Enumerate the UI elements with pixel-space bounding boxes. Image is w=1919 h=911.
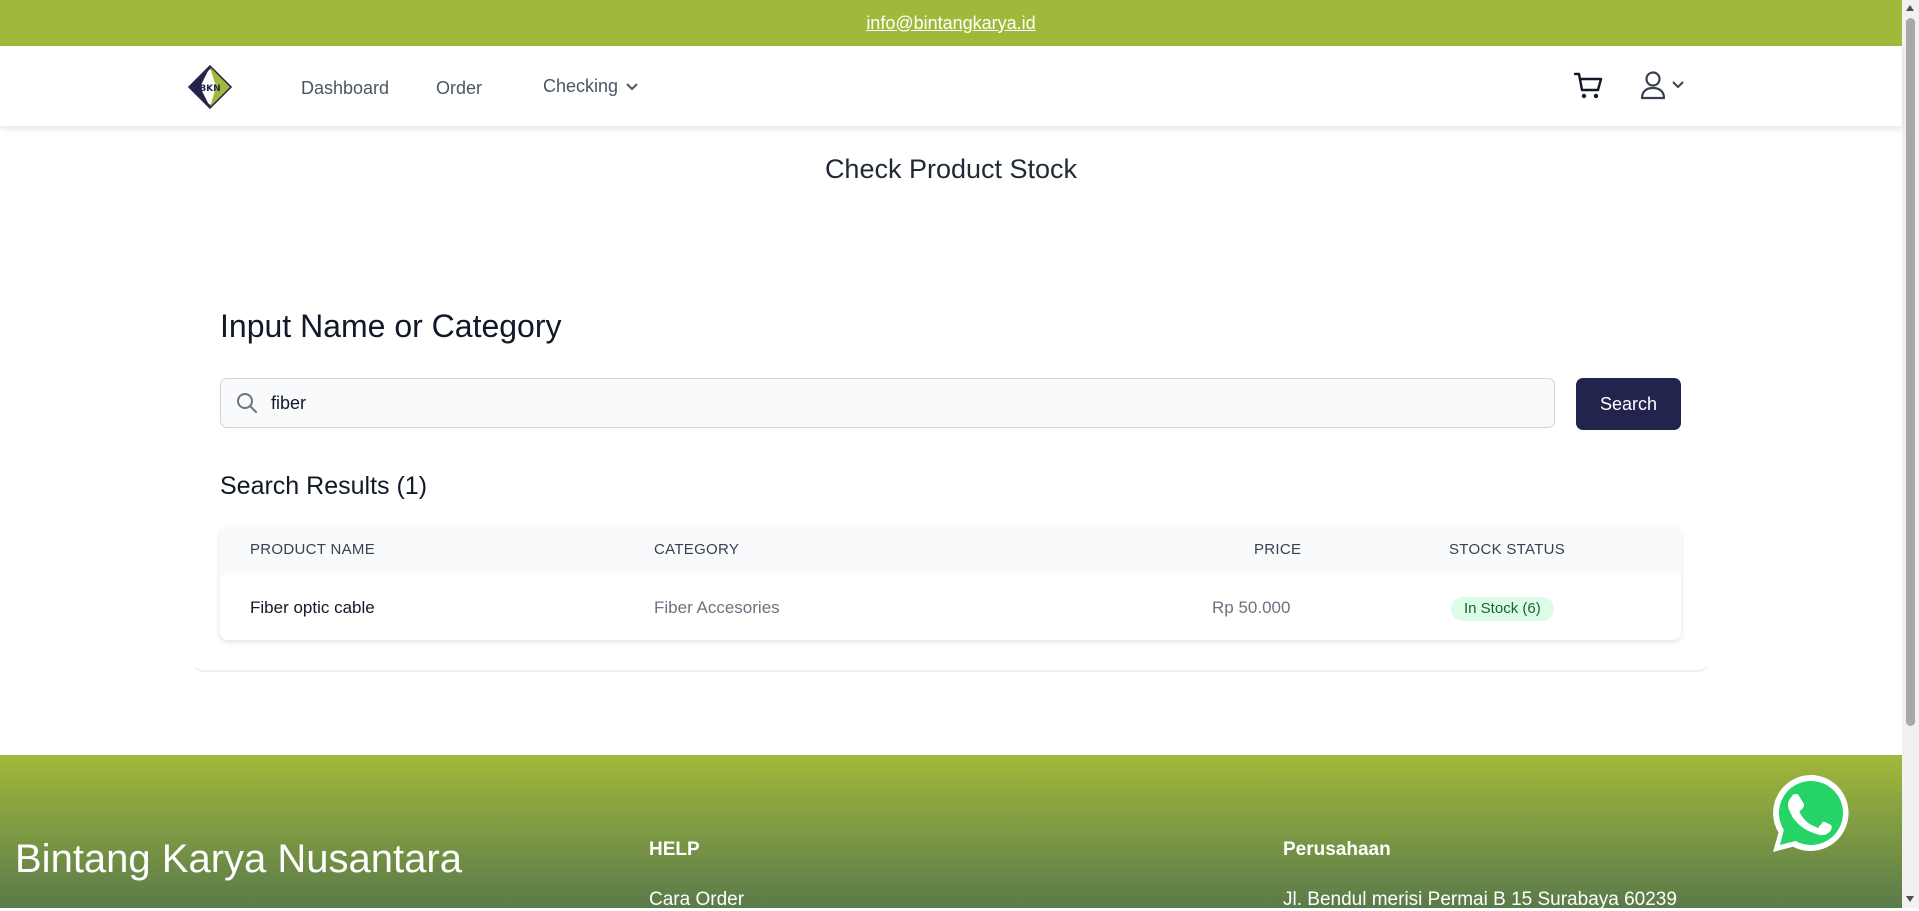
col-stock-status: STOCK STATUS: [1449, 541, 1566, 558]
cell-product: Fiber optic cable: [250, 598, 375, 617]
status-badge: In Stock (6): [1451, 597, 1554, 621]
scroll-thumb[interactable]: [1906, 18, 1915, 726]
footer-brand: Bintang Karya Nusantara: [15, 837, 462, 881]
logo-text: BKN: [199, 84, 220, 94]
col-price: PRICE: [1254, 541, 1302, 558]
footer-help-heading: HELP: [649, 839, 700, 860]
nav-order[interactable]: Order: [436, 78, 482, 99]
search-box[interactable]: [220, 378, 1555, 428]
whatsapp-icon[interactable]: [1768, 771, 1854, 857]
table-header: PRODUCT NAME CATEGORY PRICE STOCK STATUS: [220, 527, 1681, 575]
search-button[interactable]: Search: [1576, 378, 1681, 430]
footer: Bintang Karya Nusantara HELP Perusahaan …: [0, 755, 1902, 910]
cell-category: Fiber Accesories: [654, 598, 780, 617]
chevron-down-icon: [1672, 81, 1684, 89]
user-icon: [1640, 71, 1666, 100]
footer-company-heading: Perusahaan: [1283, 839, 1391, 860]
user-menu[interactable]: [1640, 70, 1684, 100]
email-link[interactable]: info@bintangkarya.id: [866, 13, 1035, 34]
col-product-name: PRODUCT NAME: [250, 541, 375, 558]
search-heading: Input Name or Category: [220, 308, 562, 344]
scroll-up-arrow-icon[interactable]: [1906, 5, 1914, 11]
chevron-down-icon: [626, 82, 638, 90]
cell-price: Rp 50.000: [1212, 598, 1291, 617]
nav-checking[interactable]: Checking: [543, 76, 638, 97]
col-category: CATEGORY: [654, 541, 740, 558]
page-title: Check Product Stock: [824, 154, 1078, 184]
top-contact-bar: info@bintangkarya.id: [0, 0, 1902, 46]
scroll-down-arrow-icon[interactable]: [1906, 896, 1914, 902]
nav-dashboard[interactable]: Dashboard: [301, 78, 389, 99]
logo-icon[interactable]: BKN: [188, 65, 232, 109]
search-input[interactable]: [271, 379, 1531, 427]
navbar: BKN Dashboard Order Checking: [0, 46, 1902, 126]
results-table: PRODUCT NAME CATEGORY PRICE STOCK STATUS…: [220, 527, 1681, 640]
results-heading: Search Results (1): [220, 472, 428, 500]
search-icon: [237, 393, 257, 413]
nav-checking-label: Checking: [543, 76, 619, 96]
scrollbar[interactable]: [1902, 0, 1919, 908]
cart-icon[interactable]: [1573, 70, 1605, 102]
